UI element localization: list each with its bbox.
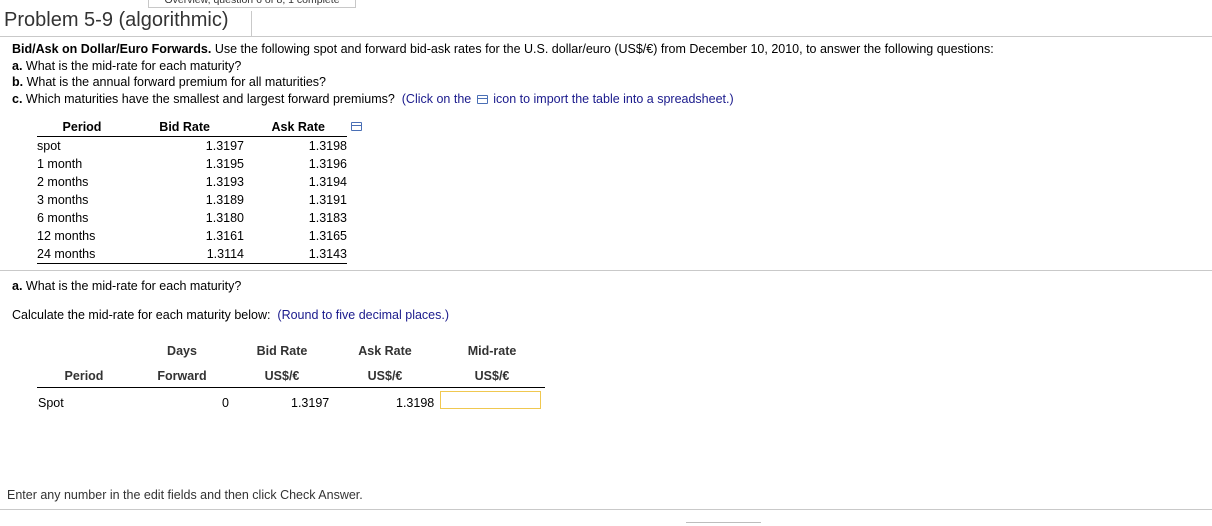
period-cell: 1 month <box>37 157 83 171</box>
click-hint-pre: (Click on the <box>401 91 472 106</box>
header-days: Days <box>167 344 197 358</box>
row-ask: 1.3198 <box>396 396 435 410</box>
bid-cell: 1.3189 <box>205 193 244 207</box>
row-period-spot: Spot <box>38 396 64 410</box>
period-cell: 3 months <box>37 193 89 207</box>
part-a-label: a. <box>12 279 23 293</box>
question-b-label: b. <box>12 75 24 89</box>
rates-header-row: Period Bid Rate Ask Rate <box>37 118 347 137</box>
bid-cell: 1.3197 <box>205 139 244 153</box>
title-divider <box>251 11 252 36</box>
header-ask-rate: Ask Rate <box>358 344 412 358</box>
ask-cell: 1.3194 <box>308 175 347 189</box>
unit-bid: US$/€ <box>264 369 300 383</box>
footer-instruction: Enter any number in the edit fields and … <box>7 488 363 502</box>
ask-cell: 1.3183 <box>308 211 347 225</box>
page-title: Problem 5-9 (algorithmic) <box>4 9 229 31</box>
table-row: 24 months 1.3114 1.3143 <box>37 245 347 264</box>
table-row: 12 months 1.3161 1.3165 <box>37 227 347 245</box>
question-c-label: c. <box>12 91 23 106</box>
part-a-instruction: Calculate the mid-rate for each maturity… <box>12 308 449 322</box>
bid-cell: 1.3180 <box>205 211 244 225</box>
question-c-text: Which maturities have the smallest and l… <box>22 91 395 106</box>
bid-cell: 1.3161 <box>205 229 244 243</box>
col-ask: Ask Rate <box>244 118 347 137</box>
question-b-text: What is the annual forward premium for a… <box>23 75 327 89</box>
section-divider <box>0 270 1212 271</box>
header-forward: Forward <box>157 369 207 383</box>
row-days: 0 <box>222 396 229 410</box>
part-a-question: a. What is the mid-rate for each maturit… <box>12 279 241 293</box>
ask-cell: 1.3196 <box>308 157 347 171</box>
title-rule <box>0 36 1212 37</box>
bid-cell: 1.3114 <box>127 245 244 264</box>
row-bid: 1.3197 <box>291 396 330 410</box>
unit-mid: US$/€ <box>474 369 510 383</box>
problem-statement: Bid/Ask on Dollar/Euro Forwards. Use the… <box>12 41 994 107</box>
ask-cell: 1.3198 <box>308 139 347 153</box>
header-mid-rate: Mid-rate <box>467 344 517 358</box>
click-hint-post: icon to import the table into a spreadsh… <box>493 91 734 106</box>
part-a-text: What is the mid-rate for each maturity? <box>22 279 242 293</box>
question-a-text: What is the mid-rate for each maturity? <box>22 58 242 73</box>
header-bid-rate: Bid Rate <box>256 344 308 358</box>
table-row: 1 month 1.3195 1.3196 <box>37 155 347 173</box>
period-cell: 6 months <box>37 211 89 225</box>
check-answer-button[interactable] <box>686 522 761 526</box>
spreadsheet-icon[interactable] <box>351 122 362 131</box>
ask-cell: 1.3191 <box>308 193 347 207</box>
problem-heading: Bid/Ask on Dollar/Euro Forwards. <box>12 42 212 56</box>
table-row: 6 months 1.3180 1.3183 <box>37 209 347 227</box>
table-row: spot 1.3197 1.3198 <box>37 137 347 156</box>
spreadsheet-icon[interactable] <box>476 94 488 104</box>
problem-text: Use the following spot and forward bid-a… <box>211 42 994 56</box>
table-row: 3 months 1.3189 1.3191 <box>37 191 347 209</box>
ask-cell: 1.3143 <box>244 245 347 264</box>
mid-table-header-rule <box>37 387 545 388</box>
bid-cell: 1.3195 <box>205 157 244 171</box>
instruction-text: Calculate the mid-rate for each maturity… <box>12 308 271 322</box>
period-cell: 12 months <box>37 229 96 243</box>
mid-rate-input[interactable] <box>440 391 541 409</box>
col-period: Period <box>37 118 127 137</box>
table-row: 2 months 1.3193 1.3194 <box>37 173 347 191</box>
rates-table: Period Bid Rate Ask Rate spot 1.3197 1.319… <box>37 118 347 264</box>
question-progress[interactable]: Overview, question 6 of 8, 1 complete <box>148 0 356 8</box>
footer-rule <box>0 509 1212 510</box>
header-period: Period <box>64 369 104 383</box>
round-note: (Round to five decimal places.) <box>277 308 450 322</box>
bid-cell: 1.3193 <box>205 175 244 189</box>
col-bid: Bid Rate <box>127 118 244 137</box>
period-cell: spot <box>37 139 61 153</box>
question-a-label: a. <box>12 58 23 73</box>
period-cell: 2 months <box>37 175 89 189</box>
ask-cell: 1.3165 <box>308 229 347 243</box>
period-cell: 24 months <box>37 245 127 264</box>
unit-ask: US$/€ <box>367 369 403 383</box>
